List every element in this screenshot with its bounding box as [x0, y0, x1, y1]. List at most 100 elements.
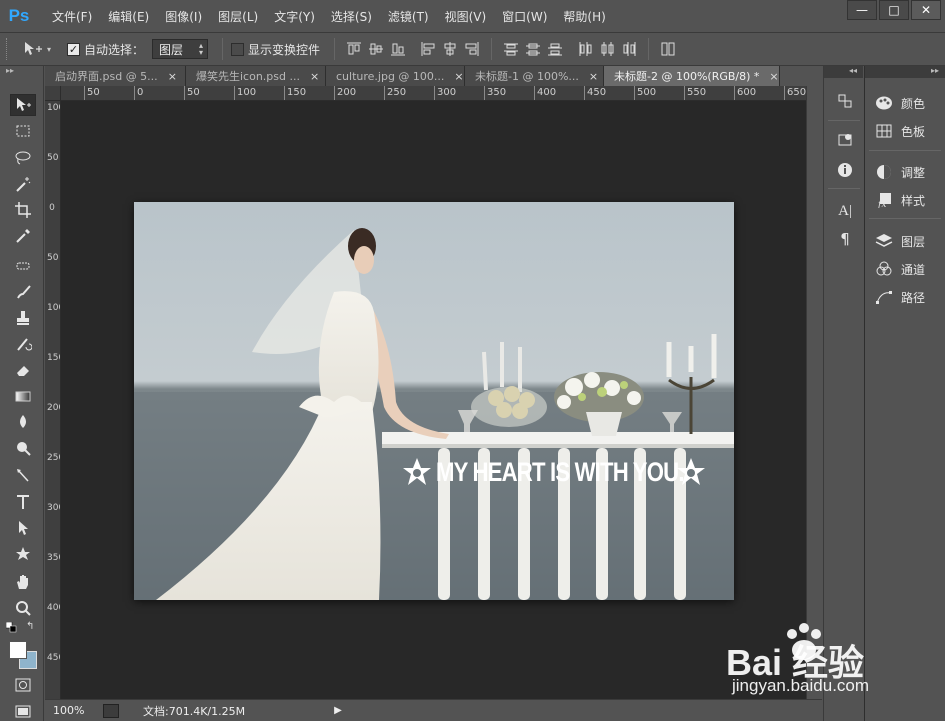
foreground-color-swatch[interactable]	[9, 641, 27, 659]
overlay-text-layer[interactable]: MY HEART IS WITH YOU.	[402, 454, 712, 490]
document-canvas[interactable]: MY HEART IS WITH YOU.	[134, 202, 734, 600]
menu-filter[interactable]: 滤镜(T)	[380, 8, 437, 25]
close-button[interactable]: ✕	[911, 0, 941, 20]
ruler-label: 200	[47, 403, 60, 413]
tab-document-4[interactable]: 未标题-1 @ 100%... ×	[465, 66, 604, 86]
panel-styles[interactable]: fx 样式	[875, 189, 925, 211]
ruler-label: 450	[587, 87, 607, 98]
align-right-icon[interactable]	[463, 40, 481, 58]
crop-tool-icon[interactable]	[10, 199, 36, 221]
tab-document-active[interactable]: 未标题-2 @ 100%(RGB/8) * ×	[604, 66, 780, 86]
zoom-level-field[interactable]: 100%	[45, 701, 95, 721]
menu-edit[interactable]: 编辑(E)	[100, 8, 157, 25]
default-colors-icon[interactable]	[5, 621, 18, 634]
path-selection-tool-icon[interactable]	[10, 517, 36, 539]
vertical-scrollbar[interactable]	[806, 86, 822, 699]
panels-dock: ▸▸ 颜色 色板 调整 fx 样式 图层 通道 路径	[864, 66, 945, 721]
status-options-button[interactable]	[103, 703, 119, 718]
history-brush-tool-icon[interactable]	[10, 333, 36, 355]
info-tool-presets-icon[interactable]	[834, 129, 856, 151]
options-grip[interactable]	[6, 38, 9, 60]
menu-select[interactable]: 选择(S)	[323, 8, 380, 25]
ruler-origin[interactable]	[45, 86, 61, 101]
move-tool-icon[interactable]	[10, 94, 36, 116]
dock-collapse-icon[interactable]: ▸▸	[865, 66, 945, 78]
pen-tool-icon[interactable]	[10, 465, 36, 487]
hand-tool-icon[interactable]	[10, 571, 36, 593]
close-tab-icon[interactable]: ×	[589, 70, 598, 83]
dock-collapse-icon[interactable]: ◂◂	[824, 66, 863, 78]
tab-document-1[interactable]: 启动界面.psd @ 5... ×	[45, 66, 186, 86]
menu-bar: Ps 文件(F) 编辑(E) 图像(I) 图层(L) 文字(Y) 选择(S) 滤…	[0, 0, 945, 33]
menu-image[interactable]: 图像(I)	[157, 8, 210, 25]
swap-colors-icon[interactable]: ↰	[26, 622, 38, 634]
maximize-button[interactable]: □	[879, 0, 909, 20]
close-tab-icon[interactable]: ×	[168, 70, 177, 83]
menu-type[interactable]: 文字(Y)	[266, 8, 323, 25]
marquee-tool-icon[interactable]	[10, 120, 36, 142]
blur-tool-icon[interactable]	[10, 411, 36, 433]
align-top-icon[interactable]	[345, 40, 363, 58]
info-panel-icon[interactable]	[834, 159, 856, 181]
tools-collapse-icon[interactable]: ▸▸	[0, 66, 43, 78]
type-tool-icon[interactable]	[10, 491, 36, 513]
svg-text:fx: fx	[877, 200, 886, 208]
paragraph-panel-icon[interactable]: ¶	[834, 228, 856, 250]
ruler-label: 0	[137, 87, 144, 98]
zoom-tool-icon[interactable]	[10, 597, 36, 619]
distribute-left-icon[interactable]	[576, 40, 594, 58]
tab-label: 爆笑先生icon.psd ...	[196, 70, 300, 83]
panel-channels[interactable]: 通道	[875, 258, 925, 280]
shape-tool-icon[interactable]	[10, 543, 36, 565]
align-bottom-icon[interactable]	[389, 40, 407, 58]
panel-label: 颜色	[901, 96, 926, 111]
magic-wand-tool-icon[interactable]	[10, 173, 36, 195]
align-hcenter-icon[interactable]	[441, 40, 459, 58]
align-vcenter-icon[interactable]	[367, 40, 385, 58]
panel-label: 通道	[901, 262, 926, 277]
eyedropper-tool-icon[interactable]	[10, 225, 36, 247]
healing-brush-tool-icon[interactable]	[10, 255, 36, 277]
panel-paths[interactable]: 路径	[875, 286, 925, 308]
separator	[869, 218, 941, 219]
close-tab-icon[interactable]: ×	[310, 70, 319, 83]
brush-tool-icon[interactable]	[10, 281, 36, 303]
tab-document-2[interactable]: 爆笑先生icon.psd ... ×	[186, 66, 326, 86]
distribute-right-icon[interactable]	[620, 40, 638, 58]
close-tab-icon[interactable]: ×	[454, 70, 463, 83]
status-menu-arrow-icon[interactable]: ▶	[331, 703, 345, 719]
menu-layer[interactable]: 图层(L)	[210, 8, 266, 25]
auto-select-target-dropdown[interactable]: 图层 ▴ ▾	[152, 39, 209, 59]
auto-select-checkbox[interactable]: ✓	[67, 42, 80, 56]
align-left-icon[interactable]	[419, 40, 437, 58]
horizontal-ruler[interactable]: 50 0 50 100 150 200 250 300 350 400 450 …	[61, 86, 806, 101]
panel-swatches[interactable]: 色板	[875, 120, 925, 142]
vertical-ruler[interactable]: 100 50 0 50 100 150 200 250 300 350 400 …	[45, 101, 61, 699]
tab-document-3[interactable]: culture.jpg @ 100... ×	[326, 66, 465, 86]
dodge-tool-icon[interactable]	[10, 437, 36, 459]
distribute-vcenter-icon[interactable]	[524, 40, 542, 58]
distribute-bottom-icon[interactable]	[546, 40, 564, 58]
clone-stamp-tool-icon[interactable]	[10, 307, 36, 329]
menu-help[interactable]: 帮助(H)	[555, 8, 613, 25]
auto-align-icon[interactable]	[659, 40, 677, 58]
menu-view[interactable]: 视图(V)	[437, 8, 495, 25]
panel-adjustments[interactable]: 调整	[875, 161, 925, 183]
character-panel-icon[interactable]: A|	[834, 200, 856, 222]
history-panel-icon[interactable]	[834, 90, 856, 112]
tool-preset-picker[interactable]: ▾	[23, 41, 53, 57]
minimize-button[interactable]: —	[847, 0, 877, 20]
panel-layers[interactable]: 图层	[875, 230, 925, 252]
distribute-top-icon[interactable]	[502, 40, 520, 58]
menu-window[interactable]: 窗口(W)	[494, 8, 555, 25]
quick-mask-icon[interactable]	[10, 674, 36, 696]
panel-color[interactable]: 颜色	[875, 92, 925, 114]
lasso-tool-icon[interactable]	[10, 147, 36, 169]
menu-file[interactable]: 文件(F)	[44, 8, 100, 25]
eraser-tool-icon[interactable]	[10, 359, 36, 381]
screen-mode-icon[interactable]	[10, 700, 36, 721]
show-transform-checkbox[interactable]	[231, 42, 245, 56]
distribute-hcenter-icon[interactable]	[598, 40, 616, 58]
gradient-tool-icon[interactable]	[10, 385, 36, 407]
close-tab-icon[interactable]: ×	[769, 70, 778, 83]
